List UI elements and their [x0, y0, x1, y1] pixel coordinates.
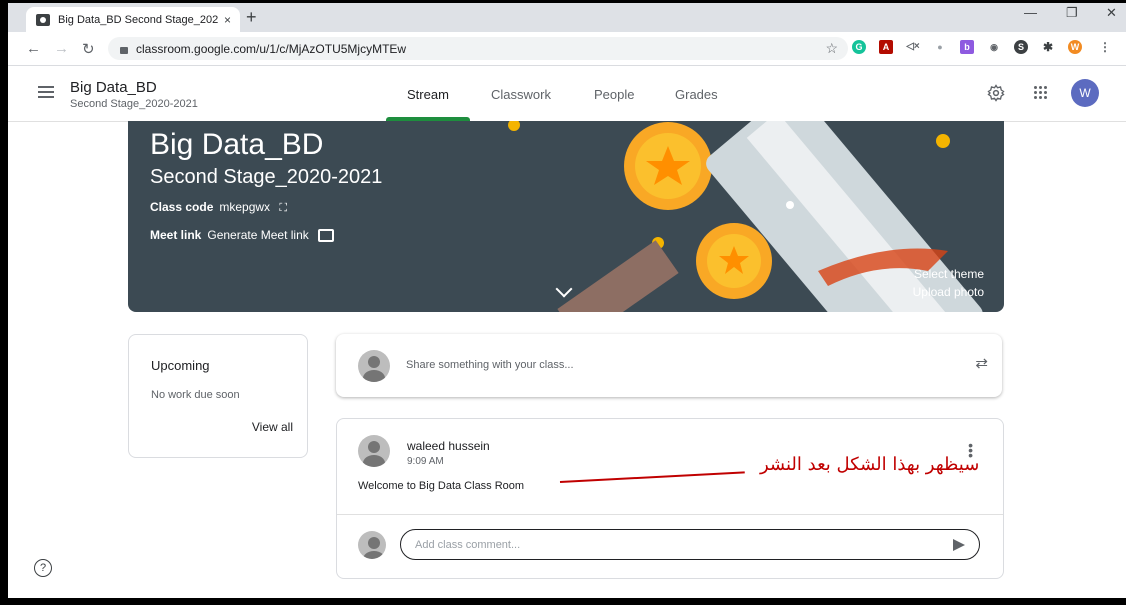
tab-title: Big Data_BD Second Stage_2020-2021 - Goo… — [58, 13, 218, 26]
upcoming-note: No work due soon — [151, 389, 240, 401]
tab-strip: Big Data_BD Second Stage_2020-2021 - Goo… — [8, 3, 1126, 32]
browser-menu-icon[interactable]: ⋮ — [1098, 40, 1112, 54]
class-section: Second Stage_2020-2021 — [70, 98, 198, 110]
repost-icon[interactable]: ⇄ — [975, 354, 988, 372]
upload-photo-link[interactable]: Upload photo — [913, 285, 984, 299]
commenter-avatar — [358, 531, 386, 559]
tab-grades[interactable]: Grades — [675, 87, 718, 102]
annotation-text: سيظهر بهذا الشكل بعد النشر — [760, 454, 980, 475]
view-all-button[interactable]: View all — [252, 420, 293, 434]
address-bar[interactable]: classroom.google.com/u/1/c/MjAzOTU5MjcyM… — [108, 37, 848, 60]
upcoming-heading: Upcoming — [151, 358, 210, 373]
class-code-value: mkepgwx — [219, 200, 271, 214]
classroom-favicon-icon — [36, 13, 50, 26]
account-avatar[interactable]: W — [1071, 79, 1099, 107]
browser-toolbar: ← → ↻ classroom.google.com/u/1/c/MjAzOTU… — [8, 32, 1126, 66]
tab-people[interactable]: People — [594, 87, 634, 102]
browser-window: Big Data_BD Second Stage_2020-2021 - Goo… — [8, 3, 1126, 598]
back-arrow-icon[interactable]: ← — [26, 40, 41, 57]
s-extension-icon[interactable]: S — [1014, 40, 1028, 54]
class-code-label: Class code — [150, 200, 214, 214]
lock-icon — [120, 47, 128, 54]
class-comment-input[interactable] — [400, 529, 980, 560]
author-avatar — [358, 435, 390, 467]
share-card[interactable]: Share something with your class... ⇄ — [336, 334, 1002, 397]
class-code-row: Class code mkepgwx ⛶ — [150, 200, 287, 215]
post-body: Welcome to Big Data Class Room — [358, 480, 525, 492]
ext-circle-icon[interactable]: ◉ — [987, 40, 1001, 54]
b-extension-icon[interactable]: b — [960, 40, 974, 54]
upcoming-card: Upcoming No work due soon View all — [128, 334, 308, 458]
mute-icon[interactable]: ◁× — [906, 40, 920, 54]
extension-icon[interactable]: ● — [933, 40, 947, 54]
tab-stream[interactable]: Stream — [407, 87, 449, 102]
close-window-icon[interactable]: ✕ — [1106, 5, 1117, 21]
puzzle-icon[interactable]: ✱ — [1041, 40, 1055, 54]
browser-tab[interactable]: Big Data_BD Second Stage_2020-2021 - Goo… — [26, 7, 240, 32]
help-icon[interactable]: ? — [34, 559, 52, 577]
hamburger-menu-icon[interactable] — [38, 86, 54, 101]
class-banner: Big Data_BD Second Stage_2020-2021 Class… — [128, 121, 1004, 312]
tab-close-icon[interactable]: × — [224, 13, 231, 27]
restore-icon[interactable]: ❐ — [1066, 5, 1078, 21]
avatar — [358, 350, 390, 382]
share-placeholder[interactable]: Share something with your class... — [406, 359, 574, 371]
tab-classwork[interactable]: Classwork — [491, 87, 551, 102]
classroom-header: Big Data_BD Second Stage_2020-2021 Strea… — [8, 66, 1126, 122]
settings-gear-icon[interactable] — [987, 84, 1005, 102]
minimize-icon[interactable]: — — [1024, 5, 1037, 20]
meet-link-label: Meet link — [150, 228, 202, 242]
banner-title: Big Data_BD — [150, 128, 324, 161]
generate-meet-link[interactable]: Generate Meet link — [207, 228, 308, 242]
fullscreen-icon[interactable]: ⛶ — [279, 202, 287, 214]
url-text: classroom.google.com/u/1/c/MjAzOTU5MjcyM… — [136, 41, 407, 56]
reload-icon[interactable]: ↻ — [82, 40, 95, 58]
class-name[interactable]: Big Data_BD — [70, 79, 157, 96]
new-tab-button[interactable]: + — [246, 7, 257, 28]
pdf-icon[interactable]: A — [879, 40, 893, 54]
banner-subtitle: Second Stage_2020-2021 — [150, 166, 383, 188]
post-time: 9:09 AM — [407, 456, 444, 467]
video-camera-icon[interactable] — [318, 229, 335, 243]
meet-link-row: Meet link Generate Meet link — [150, 228, 335, 243]
send-icon[interactable] — [953, 539, 965, 551]
select-theme-link[interactable]: Select theme — [914, 267, 984, 281]
stream-post: waleed hussein 9:09 AM • • • Welcome to Bi… — [336, 418, 1004, 579]
profile-icon[interactable]: W — [1068, 40, 1082, 54]
forward-arrow-icon[interactable]: → — [54, 40, 69, 57]
post-author: waleed hussein — [407, 439, 490, 453]
google-apps-icon[interactable] — [1034, 86, 1048, 100]
grammarly-icon[interactable]: G — [852, 40, 866, 54]
bookmark-star-icon[interactable]: ☆ — [825, 40, 838, 57]
divider — [337, 514, 1003, 515]
